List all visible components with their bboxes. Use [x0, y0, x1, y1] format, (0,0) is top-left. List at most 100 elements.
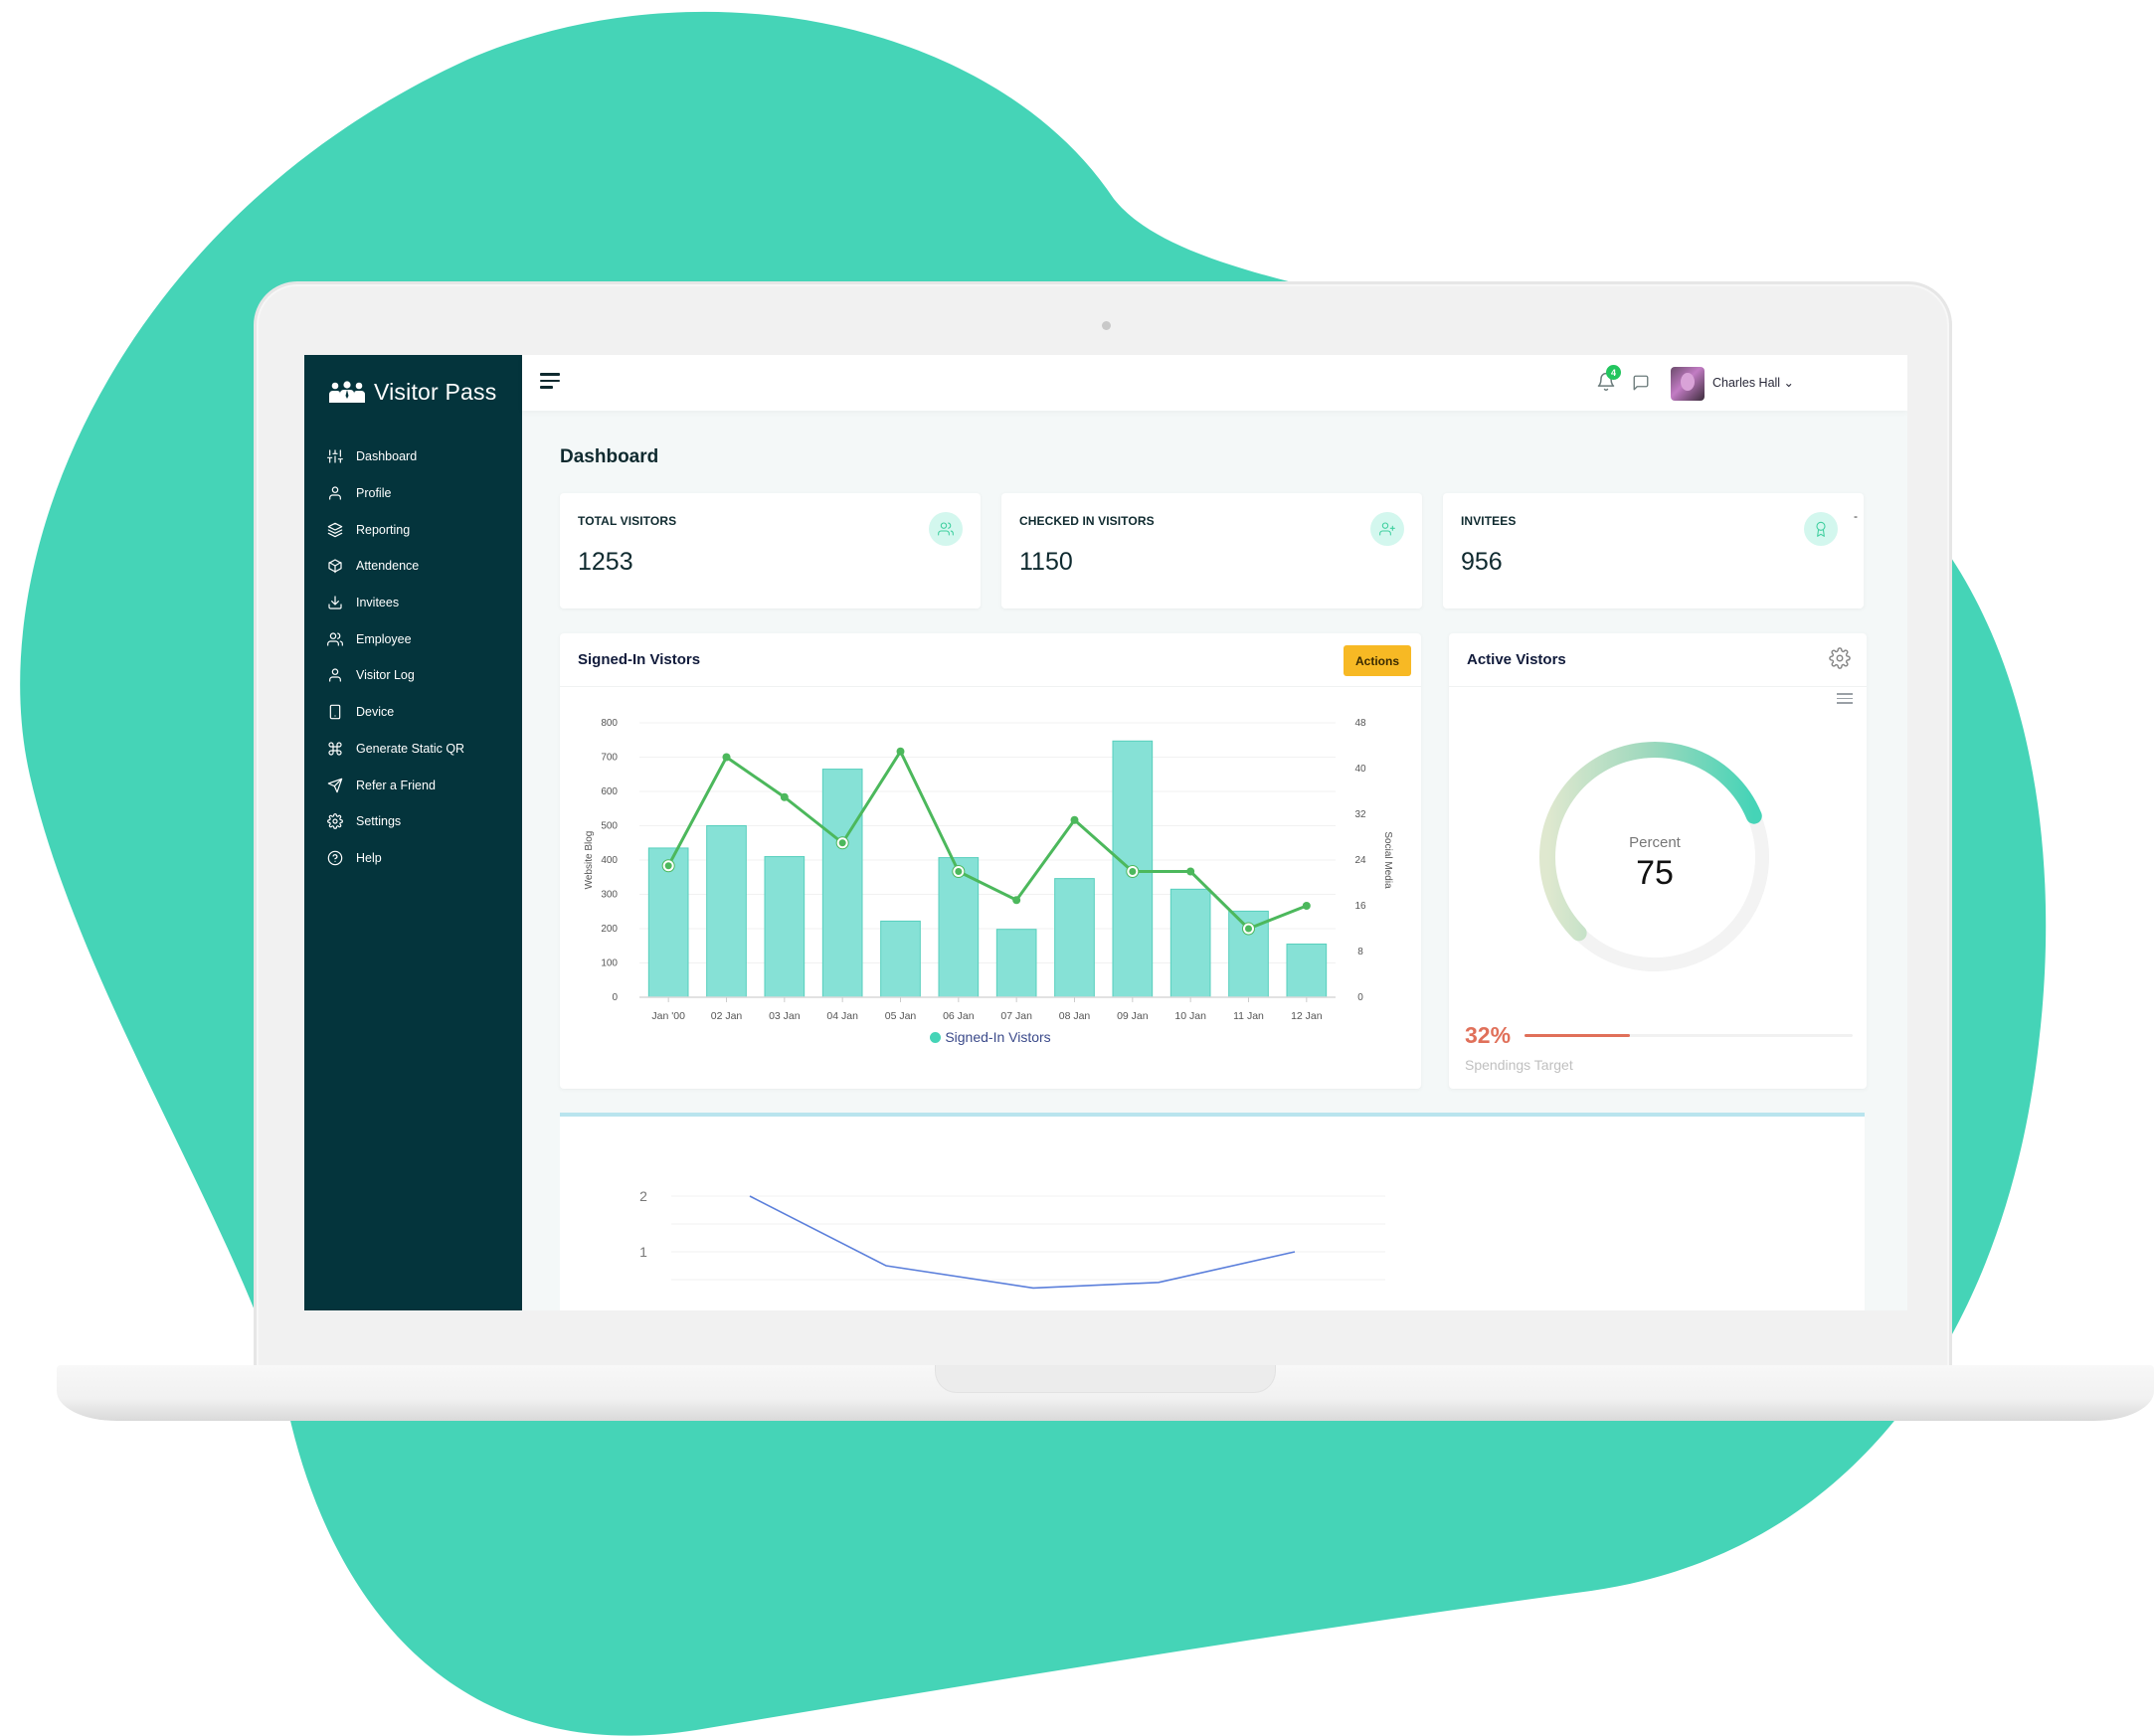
line-marker-dot — [838, 839, 846, 847]
line-marker — [1070, 815, 1079, 824]
sidebar-item-label: Generate Static QR — [356, 741, 465, 756]
active-visitors-card: Active Vistors Percent 75 32% Spendings … — [1449, 633, 1867, 1089]
chart-menu-icon[interactable] — [1837, 693, 1853, 705]
sidebar-item-profile[interactable]: Profile — [326, 475, 515, 512]
notifications-button[interactable]: 4 — [1596, 365, 1621, 395]
users-icon — [929, 512, 963, 546]
stat-value: 956 — [1461, 548, 1503, 576]
user-icon — [326, 484, 344, 502]
y-right-tick-label: 32 — [1354, 809, 1366, 820]
visitor-trend-card: 12 — [560, 1113, 1865, 1310]
sidebar-item-help[interactable]: Help — [326, 840, 515, 877]
line-marker-dot — [664, 862, 672, 870]
tablet-icon — [326, 703, 344, 721]
signed-in-visitors-chart: 0 100 200 300 400 500 600 700 800 0 8 16 24 32 40 48 Web… — [584, 718, 1393, 1022]
sidebar-item-reporting[interactable]: Reporting — [326, 511, 515, 548]
actions-button[interactable]: Actions — [1344, 645, 1411, 676]
x-tick-label: 08 Jan — [1059, 1010, 1091, 1022]
series-line — [749, 1195, 1296, 1290]
sidebar-item-label: Dashboard — [356, 449, 418, 464]
sidebar-item-label: Employee — [356, 631, 412, 646]
box-icon — [326, 557, 344, 575]
stat-label: INVITEES — [1461, 514, 1517, 528]
avatar[interactable] — [1671, 367, 1705, 401]
layers-icon — [326, 521, 344, 539]
bar — [706, 825, 747, 998]
sidebar-item-label: Help — [356, 850, 382, 865]
user-icon — [326, 666, 344, 684]
x-tick-label: 04 Jan — [826, 1010, 858, 1022]
sidebar-item-refer-a-friend[interactable]: Refer a Friend — [326, 767, 515, 803]
sidebar-item-invitees[interactable]: Invitees — [326, 585, 515, 621]
stat-card-checked-in-visitors: CHECKED IN VISITORS 1150 — [1001, 493, 1422, 608]
card-title: Signed-In Vistors — [578, 651, 701, 668]
x-tick-label: 07 Jan — [1000, 1010, 1032, 1022]
stat-card-invitees: INVITEES 956 - — [1443, 493, 1864, 608]
gear-icon — [326, 812, 344, 830]
page-title: Dashboard — [560, 446, 659, 467]
message-square-icon — [1633, 375, 1649, 391]
line-marker — [1302, 902, 1311, 910]
line-marker-dot — [1129, 868, 1137, 875]
chart-legend[interactable]: Signed-In Vistors — [560, 1029, 1421, 1045]
spending-target-label: Spendings Target — [1465, 1057, 1573, 1073]
series-line — [666, 750, 1308, 931]
y-tick-label: 300 — [601, 890, 618, 901]
user-plus-icon — [1370, 512, 1404, 546]
sidebar-item-label: Settings — [356, 814, 402, 829]
menu-toggle-icon[interactable] — [540, 373, 562, 393]
legend-label: Signed-In Vistors — [945, 1029, 1051, 1045]
users-icon — [326, 630, 344, 648]
y-tick-label: 0 — [612, 992, 618, 1003]
stat-label: CHECKED IN VISITORS — [1019, 514, 1155, 528]
line-marker — [722, 753, 731, 762]
y-tick-label: 1 — [639, 1244, 647, 1260]
spending-target-progress — [1525, 1034, 1853, 1037]
spending-target-percent: 32% — [1465, 1022, 1512, 1048]
y-tick-label: 800 — [601, 718, 618, 729]
y-right-axis-title: Social Media — [1382, 831, 1393, 889]
sidebar-item-attendence[interactable]: Attendence — [326, 548, 515, 585]
sidebar-item-dashboard[interactable]: Dashboard — [326, 438, 515, 475]
sidebar-item-label: Refer a Friend — [356, 778, 436, 792]
x-tick-label: 12 Jan — [1291, 1010, 1323, 1022]
progress-fill — [1525, 1034, 1630, 1037]
line-marker — [1186, 867, 1195, 876]
bar — [1169, 888, 1211, 998]
y-right-tick-label: 8 — [1357, 947, 1363, 957]
stat-value: 1253 — [578, 548, 633, 576]
card-header: Active Vistors — [1449, 633, 1867, 687]
stat-card-total-visitors: TOTAL VISITORS 1253 — [560, 493, 981, 608]
y-right-tick-label: 48 — [1354, 718, 1366, 729]
signed-in-visitors-card: Signed-In Vistors Actions 0 100 200 300 400 5… — [560, 633, 1421, 1089]
brand[interactable]: Visitor Pass — [328, 379, 496, 406]
sidebar-item-label: Reporting — [356, 522, 411, 537]
gear-icon[interactable] — [1829, 647, 1853, 671]
sidebar-item-label: Visitor Log — [356, 668, 415, 683]
user-menu[interactable]: Charles Hall ⌄ — [1712, 375, 1794, 390]
y-tick-label: 2 — [639, 1188, 647, 1204]
help-circle-icon — [326, 849, 344, 867]
sidebar-item-employee[interactable]: Employee — [326, 620, 515, 657]
notification-badge: 4 — [1606, 365, 1621, 380]
sidebar-item-label: Device — [356, 705, 395, 720]
line-marker — [780, 792, 789, 801]
sidebar-item-visitor-log[interactable]: Visitor Log — [326, 657, 515, 694]
brand-name: Visitor Pass — [374, 379, 497, 405]
messages-button[interactable] — [1632, 374, 1650, 392]
sidebar-item-label: Attendence — [356, 559, 420, 574]
download-icon — [326, 594, 344, 611]
sidebar-item-generate-static-qr[interactable]: Generate Static QR — [326, 731, 515, 768]
sidebar-item-device[interactable]: Device — [326, 694, 515, 731]
sidebar: Visitor Pass Dashboard Profile Reporting… — [304, 355, 522, 1310]
sidebar-item-settings[interactable]: Settings — [326, 803, 515, 840]
laptop-camera — [1102, 321, 1111, 330]
bar — [821, 769, 863, 998]
y-right-tick-label: 24 — [1354, 855, 1366, 866]
send-icon — [326, 777, 344, 794]
y-tick-label: 700 — [601, 753, 618, 764]
command-icon — [326, 740, 344, 758]
sidebar-item-label: Profile — [356, 486, 392, 501]
users-group-icon — [329, 380, 365, 403]
gauge: Percent 75 — [1530, 733, 1779, 981]
